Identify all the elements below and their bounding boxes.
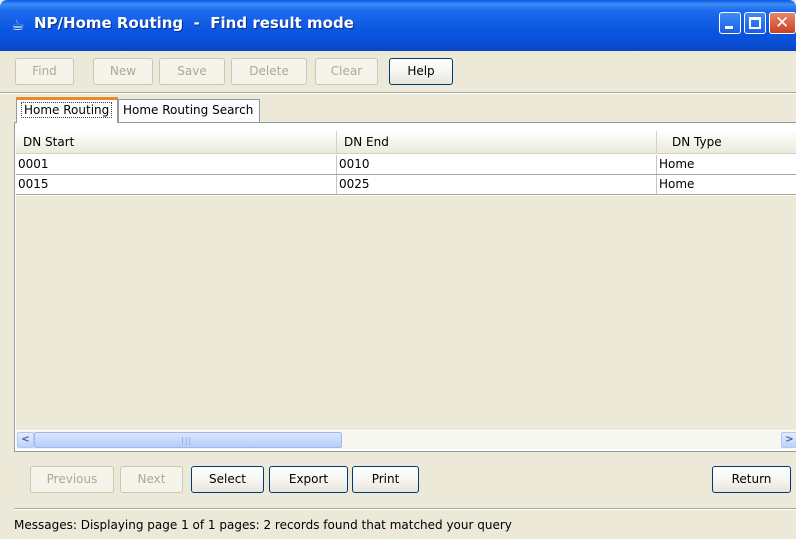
status-message: Messages: Displaying page 1 of 1 pages: …: [14, 518, 512, 532]
table-row[interactable]: 0015 0025 Home: [16, 175, 796, 195]
title-bar[interactable]: ☕ NP/Home Routing - Find result mode ✕: [0, 0, 796, 51]
table-row[interactable]: 0001 0010 Home: [16, 155, 796, 175]
find-button[interactable]: Find: [15, 58, 74, 85]
status-divider: [14, 508, 796, 510]
tab-home-routing[interactable]: Home Routing: [16, 97, 118, 123]
cell-dn-type: Home: [659, 177, 695, 191]
toolbar-divider: [0, 92, 796, 94]
tab-label: Home Routing Search: [123, 103, 254, 117]
grip-icon: |||: [181, 436, 193, 445]
scroll-thumb[interactable]: |||: [34, 432, 342, 448]
export-button[interactable]: Export: [269, 466, 348, 493]
help-button[interactable]: Help: [389, 58, 453, 85]
tab-label: Home Routing: [21, 102, 113, 118]
scroll-right-icon[interactable]: >: [781, 432, 796, 448]
window-title: NP/Home Routing - Find result mode: [34, 14, 354, 32]
table-header: DN Start DN End DN Type: [16, 131, 796, 154]
select-button[interactable]: Select: [191, 466, 264, 493]
horizontal-scrollbar[interactable]: < ||| >: [16, 431, 796, 449]
maximize-icon: [749, 17, 761, 29]
delete-button[interactable]: Delete: [231, 58, 307, 85]
cell-dn-end: 0010: [337, 155, 657, 174]
minimize-icon: [725, 26, 733, 29]
clear-button[interactable]: Clear: [315, 58, 378, 85]
java-cup-icon: ☕: [11, 16, 25, 34]
column-header-dn-start[interactable]: DN Start: [16, 131, 337, 153]
save-button[interactable]: Save: [159, 58, 225, 85]
cell-dn-start: 0001: [16, 155, 337, 174]
cell-dn-end: 0025: [337, 175, 657, 194]
next-button[interactable]: Next: [120, 466, 183, 493]
column-header-dn-type[interactable]: DN Type: [657, 131, 796, 153]
scroll-left-icon[interactable]: <: [17, 432, 34, 448]
tab-home-routing-search[interactable]: Home Routing Search: [118, 99, 260, 122]
minimize-button[interactable]: [719, 12, 741, 34]
return-button[interactable]: Return: [712, 466, 791, 493]
maximize-button[interactable]: [744, 12, 766, 34]
window-left-edge: [0, 51, 14, 539]
cell-dn-start: 0015: [16, 175, 337, 194]
previous-button[interactable]: Previous: [30, 466, 114, 493]
table-empty-area: [16, 196, 796, 430]
new-button[interactable]: New: [93, 58, 153, 85]
close-button[interactable]: ✕: [769, 12, 796, 34]
results-panel: DN Start DN End DN Type 0001 0010 Home 0…: [14, 122, 796, 452]
close-icon: ✕: [775, 13, 790, 33]
column-header-dn-end[interactable]: DN End: [337, 131, 657, 153]
print-button[interactable]: Print: [352, 466, 419, 493]
cell-dn-type: Home: [659, 157, 695, 171]
